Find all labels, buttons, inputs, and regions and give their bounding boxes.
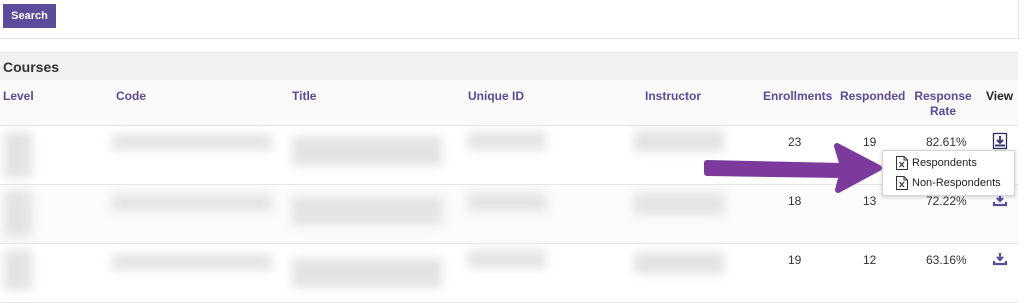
- responded-value: 19: [863, 135, 877, 149]
- response-rate-value: 63.16%: [926, 253, 967, 267]
- enrollments-value: 23: [788, 135, 802, 149]
- respondents-label: Respondents: [912, 157, 977, 169]
- table-row: 18 13 72.22%: [0, 185, 1018, 244]
- redacted-code: [112, 134, 272, 150]
- redacted-instructor: [634, 252, 724, 274]
- redacted-title: [292, 136, 442, 166]
- redacted-code: [112, 195, 272, 211]
- download-icon[interactable]: [991, 132, 1009, 150]
- courses-table-header: Level Code Title Unique ID Instructor En…: [0, 80, 1018, 126]
- redacted-unique-id: [468, 193, 546, 211]
- courses-title: Courses: [3, 59, 60, 75]
- column-header-level[interactable]: Level: [3, 89, 34, 103]
- responded-value: 12: [863, 253, 877, 267]
- redacted-unique-id: [468, 132, 546, 150]
- courses-section-header: Courses: [0, 52, 1018, 81]
- enrollments-value: 18: [788, 194, 802, 208]
- response-rate-value: 72.22%: [926, 194, 967, 208]
- redacted-level: [4, 132, 32, 178]
- search-button[interactable]: Search: [3, 4, 56, 28]
- column-header-code[interactable]: Code: [116, 89, 146, 103]
- redacted-code: [112, 254, 272, 270]
- search-panel: Search: [0, 0, 1019, 39]
- column-header-enrollments[interactable]: Enrollments: [763, 89, 832, 103]
- column-header-view: View: [986, 89, 1014, 103]
- redacted-instructor: [634, 130, 724, 152]
- response-rate-value: 82.61%: [926, 135, 967, 149]
- excel-file-icon: [896, 176, 908, 190]
- download-icon[interactable]: [991, 250, 1009, 268]
- download-dropdown-menu: Respondents Non-Respondents: [882, 150, 1015, 196]
- redacted-level: [4, 191, 32, 237]
- redacted-title: [292, 258, 442, 288]
- column-header-responded[interactable]: Responded: [840, 89, 905, 103]
- redacted-unique-id: [468, 250, 546, 268]
- non-respondents-label: Non-Respondents: [912, 177, 1001, 189]
- column-header-title[interactable]: Title: [292, 89, 316, 103]
- column-header-instructor[interactable]: Instructor: [645, 89, 701, 103]
- response-rate-header-line1: Response: [914, 89, 972, 103]
- responded-value: 13: [863, 194, 877, 208]
- column-header-response-rate[interactable]: Response Rate: [913, 89, 973, 119]
- response-rate-header-line2: Rate: [929, 104, 956, 118]
- table-row: 19 12 63.16%: [0, 244, 1018, 303]
- excel-file-icon: [896, 156, 908, 170]
- column-header-unique-id[interactable]: Unique ID: [468, 89, 524, 103]
- redacted-instructor: [634, 193, 724, 215]
- table-row: 23 19 82.61%: [0, 126, 1018, 185]
- enrollments-value: 19: [788, 253, 802, 267]
- redacted-level: [4, 250, 32, 290]
- redacted-title: [292, 197, 442, 225]
